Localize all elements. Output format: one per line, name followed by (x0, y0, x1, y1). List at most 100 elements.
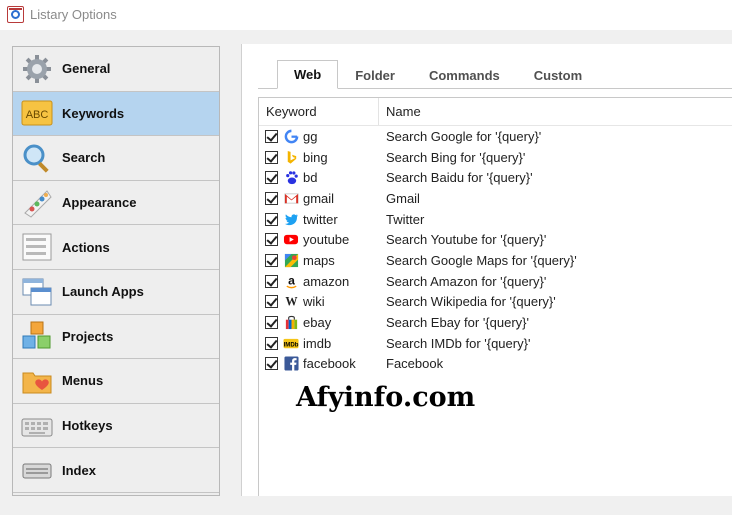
table-row[interactable]: bd Search Baidu for '{query}' (259, 167, 732, 188)
keyword-name: Twitter (386, 211, 425, 227)
amazon-icon: a (283, 273, 299, 289)
column-header-keyword[interactable]: Keyword (259, 98, 379, 125)
title-bar: Listary Options (0, 0, 732, 30)
table-row[interactable]: W wiki Search Wikipedia for '{query}' (259, 292, 732, 313)
tab-custom[interactable]: Custom (517, 60, 599, 89)
svg-text:W: W (285, 295, 297, 309)
keyword-text: twitter (303, 211, 338, 227)
keyword-text: gg (303, 128, 318, 144)
sidebar-item-general[interactable]: General (13, 47, 219, 92)
sidebar-item-appearance[interactable]: Appearance (13, 180, 219, 226)
table-row[interactable]: ebay Search Ebay for '{query}' (259, 312, 732, 333)
table-row[interactable]: youtube Search Youtube for '{query}' (259, 229, 732, 250)
table-row[interactable]: gmail Gmail (259, 188, 732, 209)
keyword-text: facebook (303, 356, 356, 372)
keyword-text: youtube (303, 232, 350, 248)
keyword-name: Search Wikipedia for '{query}' (386, 294, 556, 310)
table-row[interactable]: gg Search Google for '{query}' (259, 126, 732, 147)
enable-checkbox[interactable] (265, 191, 278, 205)
sidebar-item-label: Index (62, 462, 96, 478)
svg-text:ABC: ABC (26, 109, 49, 121)
abc-icon: ABC (21, 97, 53, 129)
enable-checkbox[interactable] (265, 357, 278, 371)
enable-checkbox[interactable] (265, 336, 278, 350)
windows-icon (21, 276, 53, 308)
keyword-text: wiki (303, 294, 325, 310)
svg-text:a: a (288, 274, 295, 287)
imdb-icon: IMDb (283, 335, 299, 351)
table-row[interactable]: a amazon Search Amazon for '{query}' (259, 271, 732, 292)
sidebar-item-projects[interactable]: Projects (13, 314, 219, 360)
sidebar-item-label: Launch Apps (62, 284, 144, 300)
enable-checkbox[interactable] (265, 212, 278, 226)
enable-checkbox[interactable] (265, 171, 278, 185)
window-title: Listary Options (30, 7, 117, 22)
enable-checkbox[interactable] (265, 233, 278, 247)
sidebar-item-menus[interactable]: Menus (13, 359, 219, 404)
sidebar-item-label: Hotkeys (62, 418, 113, 434)
keyword-name: Search Youtube for '{query}' (386, 232, 547, 248)
sidebar-item-label: Actions (62, 239, 110, 255)
cubes-icon (21, 320, 53, 352)
sidebar-item-actions[interactable]: Actions (13, 225, 219, 270)
bing-icon (283, 149, 299, 165)
keyword-text: maps (303, 252, 335, 268)
watermark-text: Afyinfo.com (296, 382, 476, 413)
google-icon (283, 128, 299, 144)
keyword-name: Facebook (386, 356, 444, 372)
enable-checkbox[interactable] (265, 129, 278, 143)
actions-icon (21, 231, 53, 263)
tab-bar: Web Folder Commands Custom (277, 60, 599, 89)
enable-checkbox[interactable] (265, 150, 278, 164)
table-row[interactable]: bing Search Bing for '{query}' (259, 147, 732, 168)
facebook-icon (283, 356, 299, 372)
ebay-icon (283, 315, 299, 331)
tab-folder[interactable]: Folder (338, 60, 412, 89)
sidebar-item-search[interactable]: Search (13, 136, 219, 181)
tab-web[interactable]: Web (277, 60, 339, 89)
sidebar-item-index[interactable]: Index (13, 448, 219, 493)
list-header: Keyword Name (259, 98, 732, 126)
youtube-icon (283, 232, 299, 248)
baidu-icon (283, 170, 299, 186)
keyword-name: Search Baidu for '{query}' (386, 170, 533, 186)
keyword-name: Search IMDb for '{query}' (386, 335, 531, 351)
drive-icon (21, 454, 53, 486)
magnifier-icon (21, 142, 53, 174)
sidebar-item-label: Search (62, 150, 106, 166)
keywords-list: Keyword Name gg Search Google for '{quer… (258, 97, 732, 496)
table-row[interactable]: IMDb imdb Search IMDb for '{query}' (259, 333, 732, 354)
gear-icon (21, 53, 53, 85)
sidebar: General ABC Keywords Search Appearance A… (12, 46, 220, 496)
table-row[interactable]: maps Search Google Maps for '{query}' (259, 250, 732, 271)
keyword-text: gmail (303, 190, 335, 206)
column-header-name[interactable]: Name (379, 98, 421, 125)
sidebar-item-label: Projects (62, 328, 114, 344)
keyword-name: Search Google Maps for '{query}' (386, 252, 577, 268)
content-panel: Web Folder Commands Custom Keyword Name … (241, 44, 732, 496)
enable-checkbox[interactable] (265, 295, 278, 309)
sidebar-item-label: Menus (62, 373, 104, 389)
keyword-name: Search Google for '{query}' (386, 128, 542, 144)
keyboard-icon (21, 410, 53, 442)
twitter-icon (283, 211, 299, 227)
sidebar-item-hotkeys[interactable]: Hotkeys (13, 403, 219, 449)
enable-checkbox[interactable] (265, 274, 278, 288)
keyword-name: Search Ebay for '{query}' (386, 315, 529, 331)
keyword-name: Gmail (386, 190, 420, 206)
enable-checkbox[interactable] (265, 253, 278, 267)
palette-icon (21, 187, 53, 219)
table-row[interactable]: facebook Facebook (259, 354, 732, 375)
keyword-name: Search Amazon for '{query}' (386, 273, 547, 289)
keyword-text: bd (303, 170, 318, 186)
gmail-icon (283, 190, 299, 206)
keyword-text: bing (303, 149, 328, 165)
sidebar-item-keywords[interactable]: ABC Keywords (13, 91, 219, 137)
enable-checkbox[interactable] (265, 316, 278, 330)
maps-icon (283, 252, 299, 268)
sidebar-item-launch-apps[interactable]: Launch Apps (13, 269, 219, 315)
tab-commands[interactable]: Commands (412, 60, 517, 89)
keyword-text: amazon (303, 273, 350, 289)
sidebar-item-label: Appearance (62, 195, 137, 211)
table-row[interactable]: twitter Twitter (259, 209, 732, 230)
